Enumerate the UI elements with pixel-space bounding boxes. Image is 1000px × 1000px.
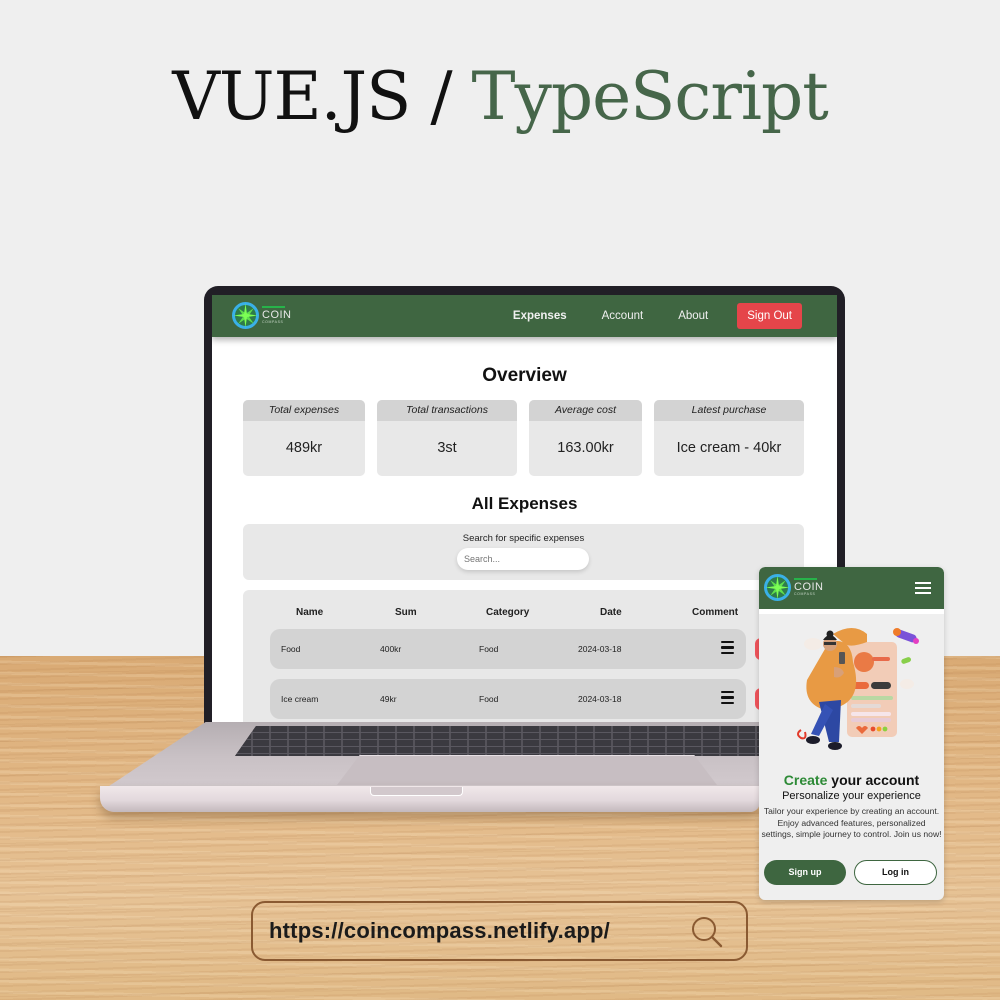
search-panel: Search for specific expenses: [243, 524, 804, 580]
laptop-screen: COIN COMPASS Expenses Account About Sign…: [204, 286, 845, 726]
nav-expenses[interactable]: Expenses: [513, 310, 567, 322]
column-header-name: Name: [296, 607, 324, 618]
divider: [759, 609, 944, 614]
overview-title: Overview: [482, 365, 567, 386]
logo-tagline: COMPASS: [262, 320, 284, 325]
card-latest-purchase: Latest purchase Ice cream - 40kr: [654, 400, 804, 476]
sign-up-button[interactable]: Sign up: [764, 860, 846, 885]
search-input[interactable]: [457, 548, 589, 570]
mobile-logo[interactable]: COIN COMPASS: [764, 574, 824, 601]
hamburger-icon[interactable]: [915, 582, 931, 597]
desktop-app: COIN COMPASS Expenses Account About Sign…: [212, 295, 837, 726]
cell-sum: 49kr: [380, 694, 397, 704]
card-label: Total expenses: [243, 400, 365, 421]
nav-account[interactable]: Account: [602, 310, 644, 322]
title-rest: your account: [827, 772, 920, 788]
overview-cards: Total expenses 489kr Total transactions …: [243, 400, 804, 476]
laptop-notch: [370, 787, 463, 796]
column-header-sum: Sum: [395, 607, 417, 618]
all-expenses-title: All Expenses: [471, 494, 578, 513]
card-total-expenses: Total expenses 489kr: [243, 400, 365, 476]
search-icon[interactable]: [690, 915, 724, 949]
search-label: Search for specific expenses: [462, 533, 585, 544]
create-account-title: Create your account: [759, 772, 944, 788]
column-header-date: Date: [600, 607, 622, 618]
cell-name: Ice cream: [281, 694, 319, 704]
comment-menu-icon[interactable]: [721, 641, 734, 655]
comment-menu-icon[interactable]: [721, 691, 734, 705]
url-bar[interactable]: https://coincompass.netlify.app/: [251, 901, 748, 961]
create-account-description: Tailor your experience by creating an ac…: [761, 806, 942, 839]
card-value: 3st: [437, 440, 457, 456]
card-value: 489kr: [285, 440, 323, 456]
url-text[interactable]: https://coincompass.netlify.app/: [269, 918, 610, 944]
column-header-comment: Comment: [692, 607, 739, 618]
cell-sum: 400kr: [380, 644, 402, 654]
compass-icon: [232, 302, 259, 329]
table-row[interactable]: Ice cream 49kr Food 2024-03-18: [270, 679, 746, 719]
expenses-table: Name Sum Category Date Comment Food 400k…: [243, 590, 804, 726]
card-label: Total transactions: [377, 400, 517, 421]
nav-about[interactable]: About: [678, 310, 708, 322]
card-value: Ice cream - 40kr: [676, 440, 782, 456]
card-value: 163.00kr: [557, 440, 614, 456]
laptop-base: [100, 722, 760, 812]
sign-out-button[interactable]: Sign Out: [737, 303, 802, 329]
table-row[interactable]: Food 400kr Food 2024-03-18: [270, 629, 746, 669]
compass-icon: [764, 574, 791, 601]
navbar: COIN COMPASS Expenses Account About Sign…: [212, 295, 837, 337]
headline: VUE.JS / TypeScript: [0, 58, 1000, 135]
cell-date: 2024-03-18: [578, 644, 622, 654]
mobile-navbar: COIN COMPASS: [759, 567, 944, 609]
mobile-app: COIN COMPASS Create your account Persona…: [759, 567, 944, 900]
logo[interactable]: COIN COMPASS: [232, 302, 292, 329]
person-with-phone-illustration: [797, 628, 919, 750]
headline-vue: VUE.JS /: [172, 58, 452, 135]
card-total-transactions: Total transactions 3st: [377, 400, 517, 476]
log-in-button[interactable]: Log in: [854, 860, 937, 885]
cell-name: Food: [281, 644, 301, 654]
create-account-subtitle: Personalize your experience: [782, 790, 921, 802]
logo-tagline: COMPASS: [794, 592, 816, 597]
cell-date: 2024-03-18: [578, 694, 622, 704]
cell-category: Food: [479, 694, 499, 704]
card-label: Average cost: [529, 400, 642, 421]
card-average-cost: Average cost 163.00kr: [529, 400, 642, 476]
column-header-category: Category: [486, 607, 530, 618]
title-highlight: Create: [783, 772, 828, 788]
keyboard: [235, 726, 760, 756]
card-label: Latest purchase: [654, 400, 804, 421]
headline-typescript: TypeScript: [471, 58, 829, 135]
trackpad: [337, 755, 717, 785]
cell-category: Food: [479, 644, 499, 654]
